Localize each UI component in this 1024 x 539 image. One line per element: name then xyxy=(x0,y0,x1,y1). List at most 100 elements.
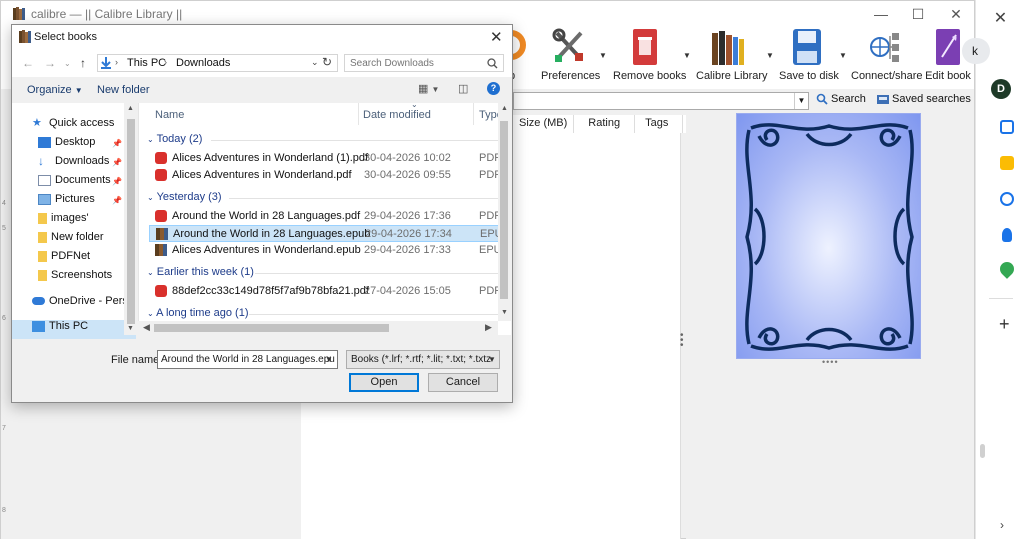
nav-new-folder[interactable]: New folder xyxy=(12,231,136,250)
close-icon[interactable]: ✕ xyxy=(976,8,1024,28)
nav-pictures[interactable]: Pictures 📌 xyxy=(12,193,136,212)
file-name-input[interactable]: Around the World in 28 Languages.epu xyxy=(157,350,338,369)
help-icon[interactable]: ? xyxy=(487,82,500,95)
dialog-title: Select books xyxy=(34,31,97,43)
chevron-right-icon[interactable]: › xyxy=(1000,518,1004,532)
nav-screenshots[interactable]: Screenshots xyxy=(12,269,136,288)
group-header-today[interactable]: ⌄ Today (2) xyxy=(147,133,202,145)
chevron-up-icon[interactable]: ▲ xyxy=(127,105,134,112)
book-cover-image[interactable] xyxy=(736,113,921,359)
chevron-down-icon[interactable]: ▼ xyxy=(599,51,607,60)
chevron-down-icon[interactable]: ▼ xyxy=(839,51,847,60)
chevron-down-icon[interactable]: ▼ xyxy=(325,355,333,364)
address-bar[interactable]: › This PC › Downloads ⌄ xyxy=(97,54,338,72)
column-date-modified[interactable]: Date modified xyxy=(363,109,431,121)
file-list[interactable]: Name Date modified ⌄ Type ⌄ Today (2) Al… xyxy=(138,100,511,335)
browser-partial-button[interactable]: k xyxy=(962,38,990,64)
pin-icon[interactable]: 📌 xyxy=(112,177,122,186)
nav-scrollbar[interactable]: ▲ ▼ xyxy=(124,103,137,335)
group-header-earlier-this-week[interactable]: ⌄ Earlier this week (1) xyxy=(147,266,254,278)
back-arrow-icon[interactable]: ← xyxy=(22,56,34,70)
file-row[interactable]: 88def2cc33c149d78f5f7af9b78bfa21.pdf 27-… xyxy=(149,283,501,300)
keep-icon[interactable] xyxy=(1000,156,1014,170)
nav-pdfnet[interactable]: PDFNet xyxy=(12,250,136,269)
close-window-button[interactable]: ✕ xyxy=(941,4,971,24)
group-header-yesterday[interactable]: ⌄ Yesterday (3) xyxy=(147,191,222,203)
cover-resize-grip[interactable]: •••• xyxy=(822,357,839,367)
column-divider xyxy=(473,103,474,125)
column-size[interactable]: Size (MB) xyxy=(513,115,575,133)
cancel-button[interactable]: Cancel xyxy=(428,373,498,392)
toolbar-preferences[interactable]: Preferences ▼ xyxy=(541,27,607,87)
file-list-vertical-scrollbar[interactable]: ▲ ▼ xyxy=(498,103,511,321)
avatar[interactable]: D xyxy=(991,79,1011,99)
up-arrow-icon[interactable]: ↑ xyxy=(80,56,86,70)
file-row[interactable]: Alices Adventures in Wonderland.epub 29-… xyxy=(149,242,509,259)
tasks-icon[interactable] xyxy=(1000,192,1014,206)
preview-pane-icon[interactable]: ◫ xyxy=(458,82,468,95)
add-icon[interactable]: + xyxy=(999,314,1010,335)
chevron-up-icon[interactable]: ▲ xyxy=(501,105,508,112)
scrollbar-thumb[interactable] xyxy=(980,444,985,458)
nav-this-pc[interactable]: This PC xyxy=(12,320,136,339)
column-name[interactable]: Name xyxy=(155,109,184,121)
chevron-down-icon[interactable]: ▼ xyxy=(794,93,808,109)
sort-chevron-icon: ⌄ xyxy=(411,100,418,109)
chevron-down-icon[interactable]: ▼ xyxy=(488,355,496,364)
select-books-dialog: Select books ✕ ← → ⌄ ↑ › This PC › Downl… xyxy=(11,24,513,403)
nav-images-folder[interactable]: images' xyxy=(12,212,136,231)
search-input[interactable] xyxy=(344,54,504,72)
epub-icon xyxy=(155,244,167,256)
pin-icon[interactable]: 📌 xyxy=(112,158,122,167)
breadcrumb-this-pc[interactable]: This PC xyxy=(127,57,166,69)
maximize-button[interactable]: ☐ xyxy=(903,4,933,24)
file-row[interactable]: Alices Adventures in Wonderland.pdf 30-0… xyxy=(149,167,501,184)
new-folder-button[interactable]: New folder xyxy=(97,84,150,96)
forward-arrow-icon[interactable]: → xyxy=(44,56,56,70)
column-rating[interactable]: Rating xyxy=(574,115,636,133)
pin-icon[interactable]: 📌 xyxy=(112,139,122,148)
close-icon[interactable]: ✕ xyxy=(490,28,503,46)
chevron-right-icon[interactable]: ▶ xyxy=(485,322,492,333)
toolbar-save-to-disk[interactable]: Save to disk ▼ xyxy=(779,27,847,87)
saved-searches-button[interactable]: Saved searches xyxy=(877,93,971,105)
chevron-left-icon[interactable]: ◀ xyxy=(143,322,150,333)
nav-desktop[interactable]: Desktop 📌 xyxy=(12,136,136,155)
search-button[interactable]: Search xyxy=(816,93,866,105)
breadcrumb-downloads[interactable]: Downloads xyxy=(176,57,230,69)
chevron-down-icon[interactable]: ▼ xyxy=(766,51,774,60)
refresh-icon[interactable]: ↻ xyxy=(322,55,332,69)
chevron-down-icon[interactable]: ▼ xyxy=(683,51,691,60)
toolbar-calibre-library[interactable]: Calibre Library ▼ xyxy=(696,27,774,87)
nav-quick-access[interactable]: ★ Quick access xyxy=(12,117,136,136)
chevron-down-icon[interactable]: ▼ xyxy=(501,309,508,316)
pin-icon[interactable]: 📌 xyxy=(112,196,122,205)
column-tags[interactable]: Tags xyxy=(635,115,684,133)
scrollbar-thumb[interactable] xyxy=(154,324,389,332)
file-row-selected[interactable]: Around the World in 28 Languages.epub 29… xyxy=(149,225,510,242)
file-row[interactable]: Alices Adventures in Wonderland (1).pdf … xyxy=(149,150,501,167)
chevron-down-icon[interactable]: ▼ xyxy=(127,325,134,332)
open-button[interactable]: Open xyxy=(349,373,419,392)
scrollbar-thumb[interactable] xyxy=(127,119,135,324)
calendar-icon[interactable] xyxy=(1000,120,1014,134)
scrollbar-thumb[interactable] xyxy=(500,121,508,299)
nav-downloads[interactable]: ↓ Downloads 📌 xyxy=(12,155,136,174)
nav-onedrive[interactable]: OneDrive - Person xyxy=(12,295,136,314)
group-header-long-time-ago[interactable]: ⌄ A long time ago (1) xyxy=(147,307,249,319)
nav-documents[interactable]: Documents 📌 xyxy=(12,174,136,193)
minimize-button[interactable]: — xyxy=(866,4,896,24)
view-options-icon[interactable]: ▦ ▼ xyxy=(418,82,439,95)
chevron-down-icon[interactable]: ⌄ xyxy=(64,59,71,68)
toolbar-connect-share[interactable]: Connect/share xyxy=(851,27,923,87)
file-list-horizontal-scrollbar[interactable]: ◀ ▶ xyxy=(138,321,498,335)
file-row[interactable]: Around the World in 28 Languages.pdf 29-… xyxy=(149,208,501,225)
contacts-icon[interactable] xyxy=(1002,228,1012,242)
toolbar-remove-books[interactable]: Remove books ▼ xyxy=(613,27,691,87)
pane-splitter[interactable]: • • • xyxy=(680,331,684,351)
library-search-input[interactable]: ▼ xyxy=(513,92,809,110)
file-type-select[interactable]: Books (*.lrf; *.rtf; *.lit; *.txt; *.txt… xyxy=(346,350,500,369)
organize-button[interactable]: Organize ▼ xyxy=(27,84,83,96)
chevron-down-icon[interactable]: ⌄ xyxy=(311,57,319,68)
dialog-command-bar: Organize ▼ New folder ▦ ▼ ◫ ? xyxy=(12,77,512,103)
